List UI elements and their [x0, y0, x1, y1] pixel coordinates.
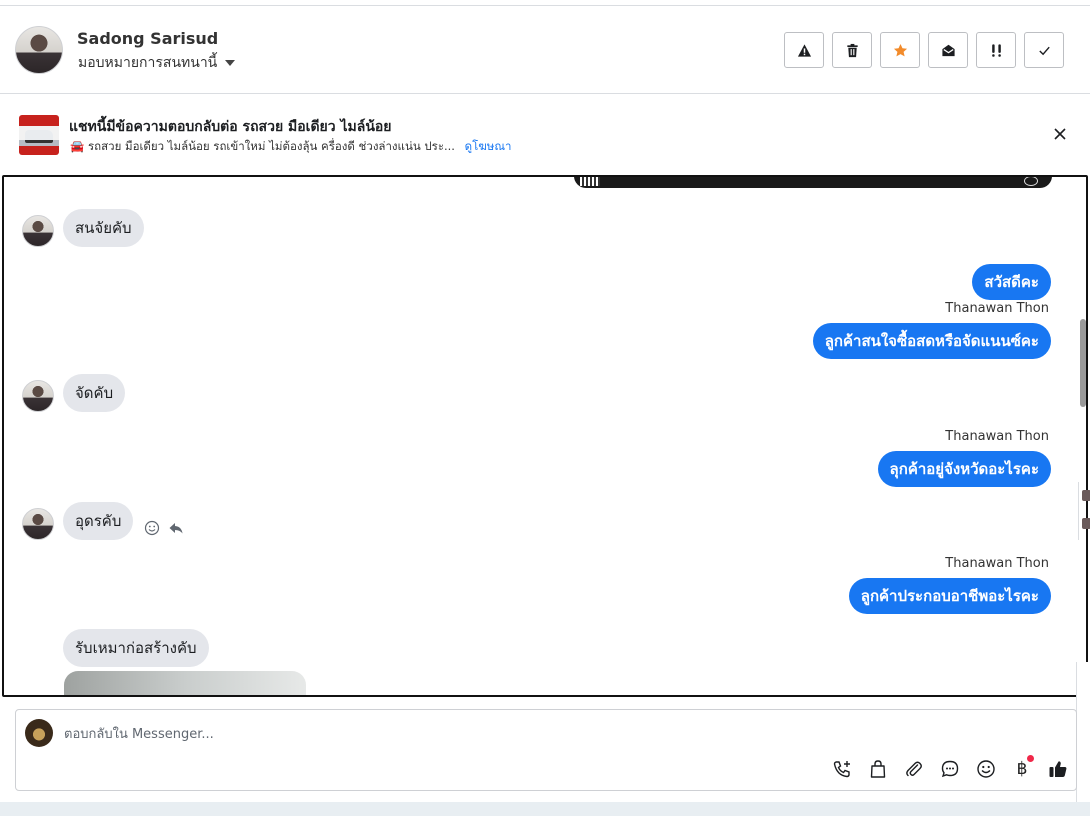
close-icon[interactable] — [1052, 126, 1068, 142]
paperclip-icon — [906, 761, 922, 777]
phone-add-icon — [833, 761, 850, 778]
notification-dot — [1027, 755, 1034, 762]
outgoing-message[interactable]: ลุกค้าอยู่จังหวัดอะไรคะ — [877, 451, 1051, 487]
mark-done-button[interactable] — [1024, 32, 1064, 68]
trash-icon — [846, 43, 858, 57]
baht-icon: ฿ — [1016, 759, 1028, 779]
incoming-message[interactable]: รับเหมาก่อสร้างคับ — [63, 629, 209, 667]
saved-replies-button[interactable] — [938, 757, 962, 781]
contact-avatar-small[interactable] — [22, 380, 54, 412]
assign-label: มอบหมายการสนทนานี้ — [78, 55, 218, 71]
call-button[interactable] — [830, 757, 854, 781]
scrollbar-thumb[interactable] — [1080, 319, 1086, 407]
view-ad-link[interactable]: ดูโฆษณา — [465, 139, 512, 153]
outgoing-message[interactable]: ลูกค้าประกอบอาชีพอะไรคะ — [848, 578, 1051, 614]
double-exclamation-icon — [991, 43, 1001, 57]
outgoing-message[interactable]: สวัสดีคะ — [972, 264, 1051, 300]
reply-input[interactable] — [64, 724, 964, 744]
composer-tools: ฿ — [830, 755, 1070, 781]
mark-unread-button[interactable] — [928, 32, 968, 68]
incoming-message[interactable]: จัดคับ — [63, 374, 126, 412]
emoji-button[interactable] — [974, 757, 998, 781]
check-icon — [1038, 46, 1050, 55]
edge-thumbnail[interactable] — [1082, 490, 1090, 501]
image-attachment-partial[interactable] — [574, 177, 1052, 188]
react-emoji-icon[interactable] — [144, 520, 160, 536]
chat-bubble-icon — [941, 760, 959, 778]
caret-down-icon — [225, 60, 236, 66]
edge-thumbnails — [1078, 482, 1090, 540]
message-thread[interactable]: สนจัยคับ สวัสดีคะ Thanawan Thon ลูกค้าสน… — [2, 175, 1088, 697]
shop-button[interactable] — [866, 757, 890, 781]
thread-scrollbar[interactable] — [1080, 181, 1086, 695]
image-attachment-partial[interactable] — [64, 671, 306, 695]
outgoing-message[interactable]: ลูกค้าสนใจซื้อสดหรือจัดแนนซ์คะ — [812, 323, 1051, 359]
header-actions — [784, 32, 1064, 68]
thumbs-up-icon — [1049, 761, 1067, 777]
contact-avatar-small[interactable] — [22, 215, 54, 247]
attach-button[interactable] — [902, 757, 926, 781]
warning-icon — [797, 43, 811, 57]
contact-avatar-small[interactable] — [22, 508, 54, 540]
payment-button[interactable]: ฿ — [1010, 755, 1034, 781]
dealer-logo — [1024, 177, 1038, 186]
contact-avatar[interactable] — [15, 26, 63, 74]
contact-name[interactable]: Sadong Sarisud — [77, 29, 218, 48]
ad-banner-subtitle: 🚘 รถสวย มือเดียว ไมล์น้อย รถเข้าใหม่ ไม่… — [70, 138, 512, 156]
conversation-header: Sadong Sarisud มอบหมายการสนทนานี้ — [0, 6, 1090, 94]
qr-code-image — [580, 177, 600, 186]
ad-description: 🚘 รถสวย มือเดียว ไมล์น้อย รถเข้าใหม่ ไม่… — [70, 139, 455, 153]
report-spam-button[interactable] — [784, 32, 824, 68]
ad-banner-title: แชทนี้มีข้อความตอบกลับต่อ รถสวย มือเดียว… — [69, 119, 392, 135]
shopping-bag-icon — [870, 760, 886, 778]
incoming-message[interactable]: สนจัยคับ — [63, 209, 144, 247]
assign-conversation-dropdown[interactable]: มอบหมายการสนทนานี้ — [78, 52, 236, 74]
reply-icon[interactable] — [168, 520, 184, 536]
envelope-open-icon — [941, 44, 955, 56]
sender-name: Thanawan Thon — [945, 429, 1049, 444]
star-icon — [893, 43, 907, 56]
page-avatar — [25, 719, 53, 747]
page-footer-band — [0, 802, 1090, 816]
ad-reply-banner: แชทนี้มีข้อความตอบกลับต่อ รถสวย มือเดียว… — [0, 95, 1090, 175]
follow-up-button[interactable] — [976, 32, 1016, 68]
sender-name: Thanawan Thon — [945, 556, 1049, 571]
delete-button[interactable] — [832, 32, 872, 68]
emoji-icon — [977, 760, 995, 778]
like-button[interactable] — [1046, 757, 1070, 781]
star-button[interactable] — [880, 32, 920, 68]
sender-name: Thanawan Thon — [945, 301, 1049, 316]
right-panel-edge — [1076, 662, 1090, 812]
edge-thumbnail[interactable] — [1082, 518, 1090, 529]
incoming-message[interactable]: อุดรคับ — [63, 502, 134, 540]
message-actions — [144, 520, 184, 536]
message-composer: ฿ — [15, 709, 1077, 791]
ad-thumbnail[interactable] — [19, 115, 59, 155]
